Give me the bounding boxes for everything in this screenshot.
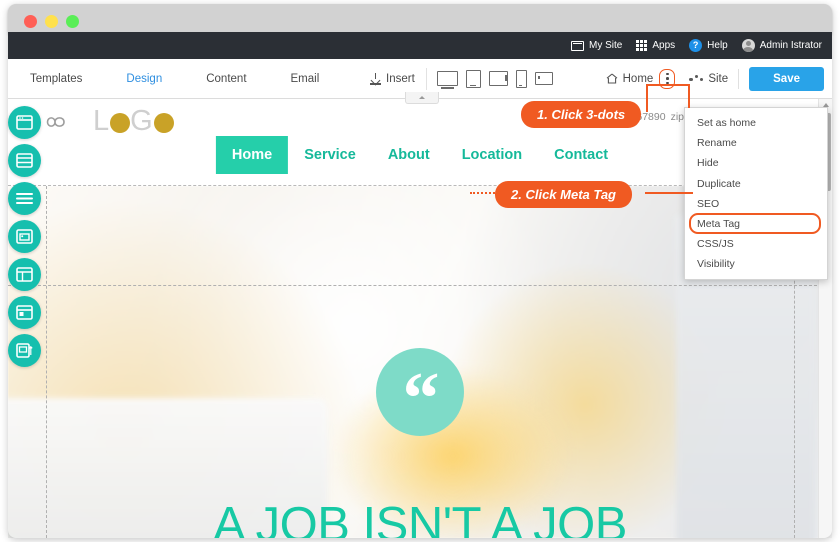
gallery-button[interactable] xyxy=(8,334,41,367)
layout-button[interactable] xyxy=(8,258,41,291)
tab-content[interactable]: Content xyxy=(184,73,268,85)
dot-2 xyxy=(666,77,669,80)
topbar-item-help[interactable]: ? Help xyxy=(689,39,728,52)
site-dots-icon xyxy=(689,73,704,84)
toolbar-right-group: Home Site Save xyxy=(606,66,824,91)
site-menu-button[interactable]: Site xyxy=(689,73,728,85)
window-titlebar xyxy=(8,4,832,34)
monitor-icon xyxy=(571,40,585,51)
toolbar-collapse-tab[interactable] xyxy=(405,92,439,104)
site-navigation: Home Service About Location Contact xyxy=(215,136,624,174)
help-icon: ? xyxy=(689,39,703,52)
nav-item-about[interactable]: About xyxy=(372,136,446,174)
menu-item-hide[interactable]: Hide xyxy=(685,153,827,173)
topbar-item-apps[interactable]: Apps xyxy=(636,40,675,51)
callout-2-connector-right xyxy=(645,192,693,194)
menu-item-css-js[interactable]: CSS/JS xyxy=(685,234,827,254)
topbar-item-my-site[interactable]: My Site xyxy=(571,40,622,51)
insert-icon xyxy=(370,72,381,85)
site-logo[interactable]: LG xyxy=(46,107,174,136)
hero-quote-badge: “ xyxy=(376,348,464,436)
insert-button[interactable]: Insert xyxy=(370,72,415,85)
topbar-label-apps: Apps xyxy=(652,40,676,51)
device-preview-group xyxy=(426,67,553,90)
callout-2-connector-left xyxy=(470,192,498,194)
page-name-label: Home xyxy=(622,72,654,85)
dot-1 xyxy=(666,72,669,76)
callout-1-connector-horizontal xyxy=(646,84,690,86)
add-block-button[interactable] xyxy=(8,144,41,177)
admin-topbar: My Site Apps ? Help Admin Istrator xyxy=(8,32,832,59)
toolbar-divider xyxy=(738,68,740,89)
site-label: Site xyxy=(708,72,729,85)
tab-design[interactable]: Design xyxy=(104,73,184,85)
menu-item-rename[interactable]: Rename xyxy=(685,133,827,153)
callout-1-connector-drop xyxy=(646,84,648,112)
topbar-label-my-site: My Site xyxy=(589,40,623,51)
add-image-button[interactable] xyxy=(8,220,41,253)
topbar-item-account[interactable]: Admin Istrator xyxy=(741,39,822,52)
page-selector[interactable]: Home xyxy=(606,72,654,85)
mobile-landscape-preview-icon[interactable] xyxy=(535,72,553,85)
tablet-landscape-preview-icon[interactable] xyxy=(489,71,508,86)
home-icon xyxy=(606,73,618,84)
insert-label: Insert xyxy=(386,72,415,85)
topbar-label-help: Help xyxy=(707,40,728,51)
canvas-guide-mid xyxy=(8,285,832,286)
nav-item-service[interactable]: Service xyxy=(288,136,372,174)
menu-item-meta-tag[interactable]: Meta Tag xyxy=(685,212,827,235)
tablet-portrait-preview-icon[interactable] xyxy=(466,69,481,88)
editor-tab-list: Templates Design Content Email xyxy=(8,59,341,98)
menu-item-visibility[interactable]: Visibility xyxy=(685,254,827,274)
minimize-window-button[interactable] xyxy=(45,15,58,28)
callout-1-connector-vertical xyxy=(688,84,690,108)
canvas-guide-left xyxy=(46,186,47,538)
nav-item-home[interactable]: Home xyxy=(215,136,289,174)
callout-step-1: 1. Click 3-dots xyxy=(521,101,642,128)
close-window-button[interactable] xyxy=(24,15,37,28)
topbar-label-account: Admin Istrator xyxy=(759,40,822,51)
menu-item-set-as-home[interactable]: Set as home xyxy=(685,113,827,133)
tab-templates[interactable]: Templates xyxy=(8,73,104,85)
menu-item-seo[interactable]: SEO xyxy=(685,194,827,214)
editor-left-rail xyxy=(8,106,42,367)
callout-step-2: 2. Click Meta Tag xyxy=(495,181,632,208)
infinity-icon xyxy=(46,116,65,127)
grid-icon xyxy=(636,40,648,51)
add-section-button[interactable] xyxy=(8,106,41,139)
tab-email[interactable]: Email xyxy=(269,73,342,85)
zoom-window-button[interactable] xyxy=(66,15,79,28)
mobile-portrait-preview-icon[interactable] xyxy=(516,69,527,88)
menu-item-duplicate[interactable]: Duplicate xyxy=(685,174,827,194)
menu-button[interactable] xyxy=(8,182,41,215)
desktop-preview-icon[interactable] xyxy=(437,71,458,89)
page-options-dropdown: Set as home Rename Hide Duplicate SEO Me… xyxy=(684,107,828,281)
nav-item-contact[interactable]: Contact xyxy=(538,136,624,174)
add-widget-button[interactable] xyxy=(8,296,41,329)
site-logo-text: LG xyxy=(93,107,174,136)
site-contact-suffix: zip xyxy=(670,110,684,123)
app-screenshot: My Site Apps ? Help Admin Istrator Templ… xyxy=(0,0,840,542)
save-button[interactable]: Save xyxy=(749,66,824,91)
avatar-icon xyxy=(741,39,755,52)
hero-headline-line-1: A JOB ISN'T A JOB xyxy=(213,498,627,538)
nav-item-location[interactable]: Location xyxy=(446,136,538,174)
